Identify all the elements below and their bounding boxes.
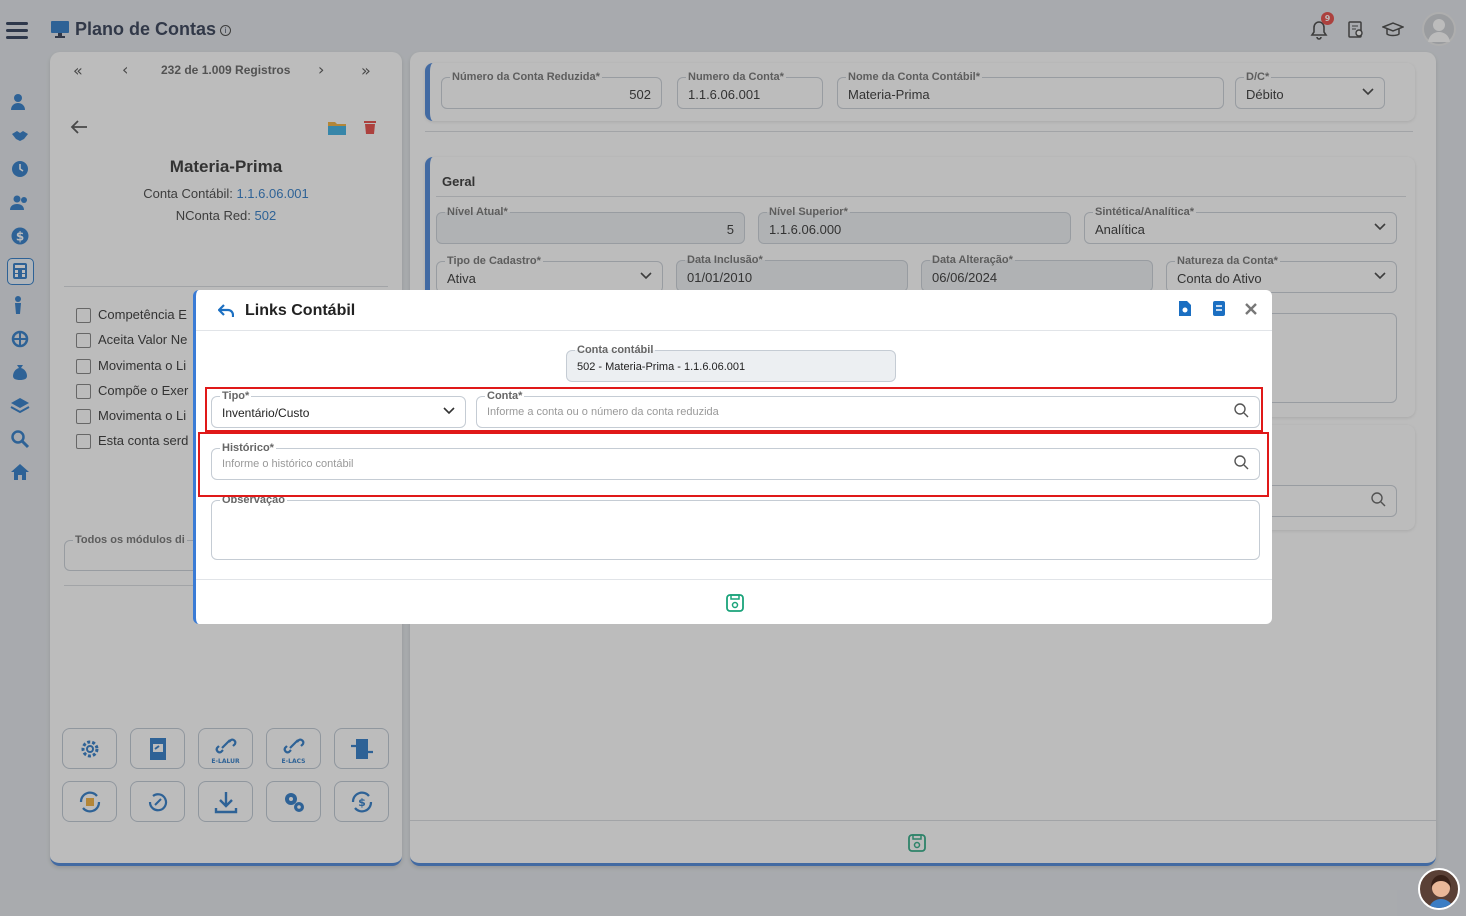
divider bbox=[196, 330, 1272, 331]
document-search-icon[interactable] bbox=[1178, 300, 1192, 321]
close-icon[interactable] bbox=[1244, 301, 1258, 320]
highlight-box bbox=[198, 432, 1269, 497]
observacao-textarea[interactable]: Observação bbox=[211, 493, 1260, 560]
conta-contabil-field: Conta contábil 502 - Materia-Prima - 1.1… bbox=[566, 343, 896, 382]
scroll-document-icon[interactable] bbox=[1211, 300, 1227, 321]
field-label: Conta contábil bbox=[575, 343, 656, 357]
field-value: 502 - Materia-Prima - 1.1.6.06.001 bbox=[577, 361, 746, 373]
modal-title: Links Contábil bbox=[245, 302, 356, 319]
divider bbox=[196, 579, 1272, 580]
save-icon[interactable] bbox=[725, 593, 745, 617]
assistant-avatar[interactable] bbox=[1418, 868, 1460, 910]
highlight-box bbox=[205, 387, 1263, 432]
back-arrow-icon[interactable] bbox=[217, 303, 235, 322]
